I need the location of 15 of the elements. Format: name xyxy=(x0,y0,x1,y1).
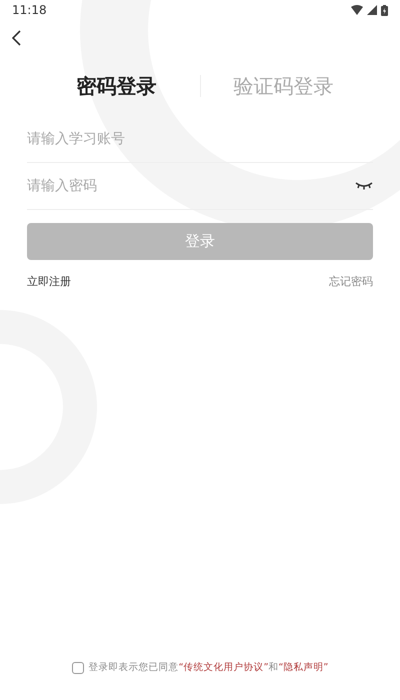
input-field[interactable]: 请输入学习账号 xyxy=(27,131,373,147)
agreement-link[interactable]: “隐私声明” xyxy=(278,662,328,673)
agreement-link[interactable]: “传统文化用户协议” xyxy=(178,662,268,673)
agreement-checkbox[interactable] xyxy=(72,662,84,674)
back-icon[interactable] xyxy=(12,30,22,46)
status-time: 11:18 xyxy=(12,3,47,17)
agreement-text: 登录即表示您已同意“传统文化用户协议”和“隐私声明” xyxy=(88,661,328,674)
battery-icon xyxy=(381,4,388,16)
input-field[interactable]: 请输入密码 xyxy=(27,178,355,194)
forgot-password-link[interactable]: 忘记密码 xyxy=(329,274,373,289)
signal-icon xyxy=(367,5,377,15)
closed-eye-icon[interactable] xyxy=(355,182,373,190)
register-link[interactable]: 立即注册 xyxy=(27,274,71,289)
tab[interactable]: 密码登录 xyxy=(36,72,196,100)
wifi-icon xyxy=(351,5,363,15)
